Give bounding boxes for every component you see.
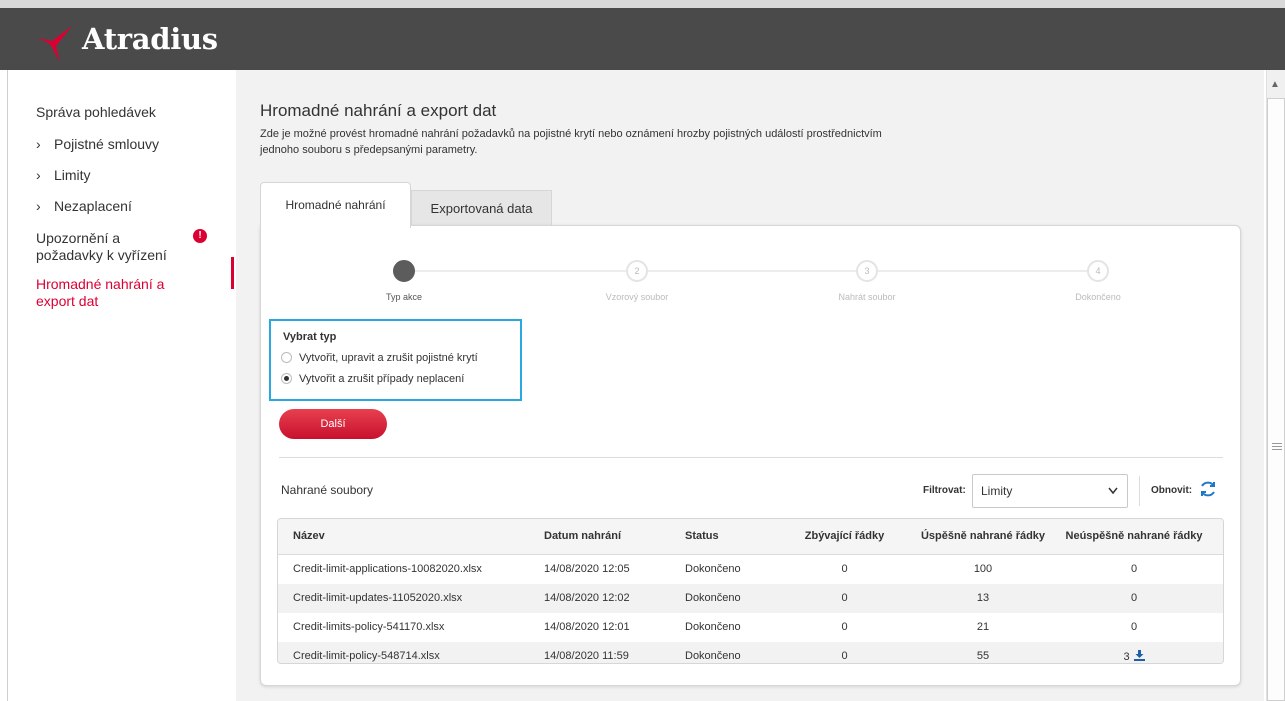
atradius-logo-icon[interactable]	[36, 24, 76, 64]
cell-success: 55	[976, 650, 990, 662]
option-non-payment[interactable]: Vytvořit a zrušit případy neplacení	[281, 373, 464, 385]
cell-name: Credit-limits-policy-541170.xlsx	[293, 621, 445, 633]
sidebar-item-label: Pojistné smlouvy	[54, 136, 160, 152]
column-header-date[interactable]: Datum nahrání	[544, 530, 621, 542]
cell-name: Credit-limit-applications-10082020.xlsx	[293, 563, 482, 575]
cell-failed: 0	[1130, 621, 1138, 633]
page-title: Hromadné nahrání a export dat	[260, 101, 497, 120]
cell-remaining: 0	[841, 621, 848, 633]
cell-date: 14/08/2020 11:59	[544, 650, 629, 662]
tab-bulk-upload[interactable]: Hromadné nahrání	[260, 182, 411, 228]
option-coverage[interactable]: Vytvořit, upravit a zrušit pojistné kryt…	[281, 352, 478, 364]
filter-select[interactable]: Limity	[972, 474, 1128, 508]
column-header-remaining[interactable]: Zbývající řádky	[797, 530, 892, 542]
step-1-label: Typ akce	[385, 292, 423, 302]
cell-status: Dokončeno	[685, 621, 741, 633]
table-header: Název Datum nahrání Status Zbývající řád…	[278, 519, 1223, 555]
cell-name: Credit-limit-policy-548714.xlsx	[293, 650, 440, 662]
step-4-label: Dokončeno	[1075, 292, 1121, 302]
option-label: Vytvořit a zrušit případy neplacení	[299, 373, 465, 385]
table-row[interactable]: Credit-limit-updates-11052020.xlsx 14/08…	[278, 584, 1223, 613]
cell-name: Credit-limit-updates-11052020.xlsx	[293, 592, 463, 604]
sidebar-item-label: Limity	[54, 167, 91, 183]
cell-remaining: 0	[841, 563, 848, 575]
chevron-down-icon	[1108, 487, 1118, 495]
cell-failed: 0	[1130, 563, 1138, 575]
main-content: Hromadné nahrání a export dat Zde je mož…	[236, 70, 1264, 701]
section-divider	[279, 457, 1223, 458]
scrollbar-thumb[interactable]	[1267, 98, 1285, 701]
toolbar-separator	[1139, 476, 1140, 506]
download-icon[interactable]	[1133, 650, 1145, 661]
cell-status: Dokončeno	[685, 592, 741, 604]
uploaded-files-title: Nahrané soubory	[281, 483, 374, 497]
cell-date: 14/08/2020 12:02	[544, 592, 630, 604]
cell-failed: 3	[1060, 650, 1208, 663]
cell-success: 21	[976, 621, 990, 633]
table-row[interactable]: Credit-limit-policy-548714.xlsx 14/08/20…	[278, 642, 1223, 663]
alert-badge-icon: !	[193, 229, 207, 243]
cell-remaining: 0	[841, 592, 848, 604]
uploaded-files-table: Název Datum nahrání Status Zbývající řád…	[277, 518, 1224, 664]
cell-failed: 0	[1130, 592, 1138, 604]
column-header-name[interactable]: Název	[293, 530, 325, 542]
table-row[interactable]: Credit-limits-policy-541170.xlsx 14/08/2…	[278, 613, 1223, 642]
cell-status: Dokončeno	[685, 563, 741, 575]
cell-date: 14/08/2020 12:05	[544, 563, 630, 575]
chevron-right-icon: ›	[36, 198, 41, 214]
cell-date: 14/08/2020 12:01	[544, 621, 630, 633]
active-item-indicator	[231, 257, 234, 289]
sidebar-item-limits[interactable]: › Limity	[36, 167, 91, 184]
sidebar-item-alerts[interactable]: Upozornění a požadavky k vyřízení	[36, 230, 186, 264]
chevron-right-icon: ›	[36, 136, 41, 152]
step-2-circle: 2	[626, 260, 648, 282]
cell-success: 100	[973, 563, 993, 575]
refresh-label: Obnovit:	[1151, 485, 1193, 496]
filter-label: Filtrovat:	[923, 485, 966, 496]
column-header-status[interactable]: Status	[685, 530, 719, 542]
cell-status: Dokončeno	[685, 650, 741, 662]
option-label: Vytvořit, upravit a zrušit pojistné kryt…	[299, 352, 478, 364]
tab-exported-data[interactable]: Exportovaná data	[411, 190, 552, 226]
step-2-label: Vzorový soubor	[605, 292, 669, 302]
page-description: Zde je možné provést hromadné nahrání po…	[260, 128, 882, 156]
radio-icon[interactable]	[281, 352, 292, 363]
sidebar-item-non-payment[interactable]: › Nezaplacení	[36, 198, 132, 215]
step-3-label: Nahrát soubor	[838, 292, 896, 302]
scroll-up-arrow-icon[interactable]: ▲	[1270, 79, 1280, 90]
sidebar: Správa pohledávek › Pojistné smlouvy › L…	[8, 70, 236, 701]
radio-selected-icon[interactable]	[281, 373, 292, 384]
bulk-upload-panel: 2 3 4 Typ akce Vzorový soubor Nahrát sou…	[260, 225, 1241, 686]
failed-count: 3	[1123, 651, 1130, 663]
sidebar-item-bulk-upload-export[interactable]: Hromadné nahrání a export dat	[36, 276, 196, 310]
top-header-bar: Atradius	[0, 0, 1285, 70]
column-header-success[interactable]: Úspěšně nahrané řádky	[908, 530, 1058, 542]
step-4-circle: 4	[1087, 260, 1109, 282]
stepper-track	[402, 270, 1097, 272]
sidebar-section-credit-management[interactable]: Správa pohledávek	[36, 104, 156, 121]
step-1-circle	[393, 260, 415, 282]
filter-value: Limity	[981, 484, 1013, 498]
select-type-label: Vybrat typ	[283, 331, 337, 343]
refresh-icon[interactable]	[1199, 480, 1217, 498]
select-type-group: Vybrat typ Vytvořit, upravit a zrušit po…	[269, 319, 522, 401]
table-row[interactable]: Credit-limit-applications-10082020.xlsx …	[278, 555, 1223, 584]
cell-remaining: 0	[841, 650, 848, 662]
sidebar-item-policies[interactable]: › Pojistné smlouvy	[36, 136, 159, 153]
column-header-failed[interactable]: Neúspěšně nahrané řádky	[1060, 530, 1208, 542]
cell-success: 13	[976, 592, 990, 604]
next-button[interactable]: Další	[279, 409, 387, 439]
chevron-right-icon: ›	[36, 167, 41, 183]
step-3-circle: 3	[856, 260, 878, 282]
scrollbar-grip-icon	[1272, 443, 1282, 452]
sidebar-item-label: Nezaplacení	[54, 198, 132, 214]
brand-name[interactable]: Atradius	[82, 22, 218, 56]
